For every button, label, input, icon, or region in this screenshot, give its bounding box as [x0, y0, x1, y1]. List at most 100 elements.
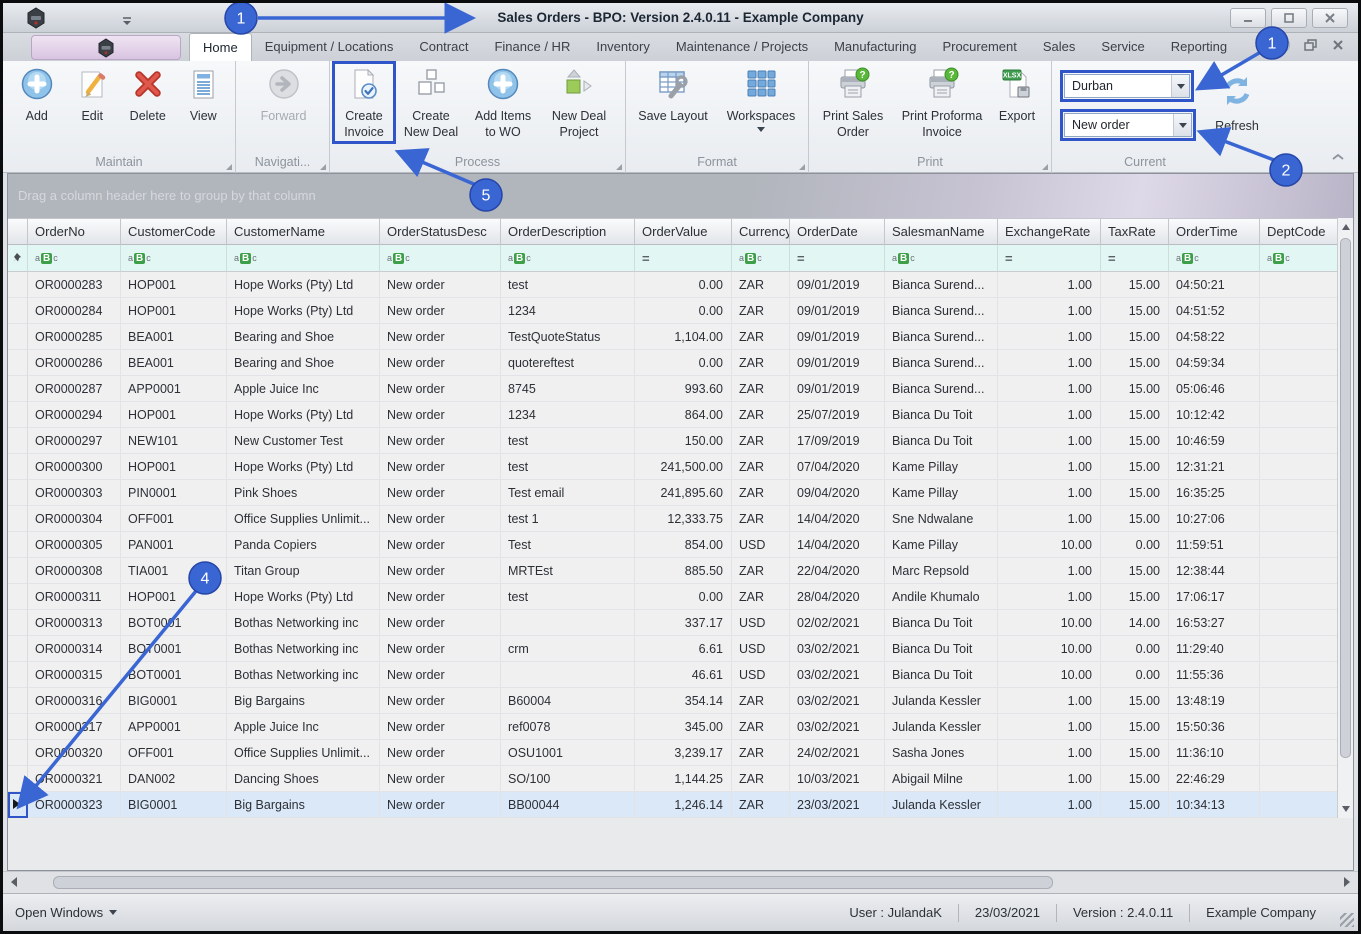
edit-button[interactable]: Edit — [65, 65, 121, 125]
chevron-down-icon[interactable] — [1173, 114, 1191, 136]
filter-cell-CustomerCode[interactable]: aBc — [121, 245, 227, 272]
filter-cell-ExchangeRate[interactable]: = — [998, 245, 1101, 272]
tab-equipment-locations[interactable]: Equipment / Locations — [252, 33, 407, 61]
add-items-to-wo-button[interactable]: Add Items to WO — [468, 65, 538, 140]
filter-cell-TaxRate[interactable]: = — [1101, 245, 1169, 272]
table-row[interactable]: OR0000287 APP0001 Apple Juice Inc New order… — [8, 376, 1338, 402]
filter-cell-OrderStatusDesc[interactable]: aBc — [380, 245, 501, 272]
column-header-OrderStatusDesc[interactable]: OrderStatusDesc — [380, 218, 501, 245]
column-header-CustomerCode[interactable]: CustomerCode — [121, 218, 227, 245]
filter-cell-OrderDescription[interactable]: aBc — [501, 245, 635, 272]
table-row[interactable]: OR0000297 NEW101 New Customer Test New orde… — [8, 428, 1338, 454]
dialog-launcher-icon[interactable] — [616, 164, 622, 170]
refresh-button[interactable]: Refresh — [1204, 69, 1270, 135]
table-row[interactable]: OR0000308 TIA001 Titan Group New order MRTEs… — [8, 558, 1338, 584]
column-header-OrderNo[interactable]: OrderNo — [28, 218, 121, 245]
application-menu-button[interactable] — [31, 35, 181, 60]
add-button[interactable]: Add — [9, 65, 65, 125]
dialog-launcher-icon[interactable] — [226, 164, 232, 170]
site-dropdown[interactable]: Durban — [1060, 70, 1194, 102]
table-row[interactable]: OR0000286 BEA001 Bearing and Shoe New order… — [8, 350, 1338, 376]
column-header-OrderDescription[interactable]: OrderDescription — [501, 218, 635, 245]
chevron-down-icon[interactable] — [1171, 75, 1189, 97]
filter-cell-Currency[interactable]: aBc — [732, 245, 790, 272]
tab-finance-hr[interactable]: Finance / HR — [481, 33, 583, 61]
tab-contract[interactable]: Contract — [406, 33, 481, 61]
print-proforma-invoice-button[interactable]: ? Print Proforma Invoice — [893, 65, 991, 140]
tab-service[interactable]: Service — [1088, 33, 1157, 61]
delete-button[interactable]: Delete — [120, 65, 176, 125]
tab-inventory[interactable]: Inventory — [583, 33, 662, 61]
dialog-launcher-icon[interactable] — [1042, 164, 1048, 170]
column-header-Currency[interactable]: Currency — [732, 218, 790, 245]
table-row[interactable]: OR0000315 BOT0001 Bothas Networking inc New… — [8, 662, 1338, 688]
table-row[interactable]: OR0000285 BEA001 Bearing and Shoe New order… — [8, 324, 1338, 350]
minimize-button[interactable] — [1230, 8, 1266, 28]
view-button[interactable]: View — [176, 65, 232, 125]
close-button[interactable] — [1312, 8, 1348, 28]
table-row[interactable]: OR0000284 HOP001 Hope Works (Pty) Ltd New o… — [8, 298, 1338, 324]
column-header-CustomerName[interactable]: CustomerName — [227, 218, 380, 245]
table-row[interactable]: OR0000313 BOT0001 Bothas Networking inc New… — [8, 610, 1338, 636]
close-document-icon[interactable] — [1332, 38, 1344, 56]
horizontal-scrollbar[interactable] — [3, 871, 1358, 893]
table-row[interactable]: OR0000311 HOP001 Hope Works (Pty) Ltd New o… — [8, 584, 1338, 610]
tab-maintenance-projects[interactable]: Maintenance / Projects — [663, 33, 821, 61]
filter-cell-OrderNo[interactable]: aBc — [28, 245, 121, 272]
table-row[interactable]: OR0000320 OFF001 Office Supplies Unlimit..… — [8, 740, 1338, 766]
tab-reporting[interactable]: Reporting — [1158, 33, 1229, 61]
column-header-OrderValue[interactable]: OrderValue — [635, 218, 732, 245]
create-new-deal-button[interactable]: Create New Deal — [400, 65, 462, 140]
column-header-OrderTime[interactable]: OrderTime — [1169, 218, 1260, 245]
filter-cell-SalesmanName[interactable]: aBc — [885, 245, 998, 272]
vertical-scrollbar[interactable] — [1337, 218, 1353, 818]
tab-scroll-right-icon[interactable] — [1274, 36, 1290, 58]
export-button[interactable]: XLSX Export — [991, 65, 1043, 140]
dialog-launcher-icon[interactable] — [1292, 164, 1298, 170]
filter-cell-OrderDate[interactable]: = — [790, 245, 885, 272]
filter-cell-CustomerName[interactable]: aBc — [227, 245, 380, 272]
restore-window-icon[interactable] — [1304, 38, 1318, 56]
new-deal-project-button[interactable]: New Deal Project — [542, 65, 616, 140]
table-row[interactable]: OR0000321 DAN002 Dancing Shoes New order SO/… — [8, 766, 1338, 792]
collapse-ribbon-icon[interactable] — [1330, 149, 1346, 167]
column-header-OrderDate[interactable]: OrderDate — [790, 218, 885, 245]
dialog-launcher-icon[interactable] — [320, 164, 326, 170]
group-by-panel[interactable]: Drag a column header here to group by th… — [8, 174, 1353, 218]
table-row[interactable]: OR0000305 PAN001 Panda Copiers New order Tes… — [8, 532, 1338, 558]
scroll-up-icon[interactable] — [1342, 224, 1350, 230]
print-sales-order-button[interactable]: ? Print Sales Order — [817, 65, 889, 140]
table-row[interactable]: OR0000300 HOP001 Hope Works (Pty) Ltd New o… — [8, 454, 1338, 480]
table-row[interactable]: OR0000314 BOT0001 Bothas Networking inc New… — [8, 636, 1338, 662]
dialog-launcher-icon[interactable] — [799, 164, 805, 170]
column-header-SalesmanName[interactable]: SalesmanName — [885, 218, 998, 245]
scroll-left-icon[interactable] — [11, 877, 17, 887]
scroll-down-icon[interactable] — [1342, 806, 1350, 812]
tab-procurement[interactable]: Procurement — [929, 33, 1029, 61]
table-row[interactable]: OR0000323 BIG0001 Big Bargains New order BB0… — [8, 792, 1338, 818]
filter-cell-DeptCode[interactable]: aBc — [1260, 245, 1338, 272]
open-windows-button[interactable]: Open Windows — [3, 905, 118, 920]
table-row[interactable]: OR0000283 HOP001 Hope Works (Pty) Ltd New o… — [8, 272, 1338, 298]
table-row[interactable]: OR0000304 OFF001 Office Supplies Unlimit..… — [8, 506, 1338, 532]
tab-manufacturing[interactable]: Manufacturing — [821, 33, 929, 61]
tab-sales[interactable]: Sales — [1030, 33, 1089, 61]
create-invoice-button[interactable]: Create Invoice — [332, 60, 396, 145]
table-row[interactable]: OR0000317 APP0001 Apple Juice Inc New order… — [8, 714, 1338, 740]
horizontal-scrollbar-thumb[interactable] — [53, 876, 1053, 889]
scroll-right-icon[interactable] — [1344, 877, 1350, 887]
save-layout-button[interactable]: Save Layout — [634, 65, 712, 132]
filter-cell-OrderValue[interactable]: = — [635, 245, 732, 272]
vertical-scrollbar-thumb[interactable] — [1340, 238, 1351, 758]
maximize-button[interactable] — [1271, 8, 1307, 28]
tab-home[interactable]: Home — [189, 33, 252, 61]
table-row[interactable]: OR0000303 PIN0001 Pink Shoes New order Test … — [8, 480, 1338, 506]
table-row[interactable]: OR0000316 BIG0001 Big Bargains New order B60… — [8, 688, 1338, 714]
order-status-dropdown[interactable]: New order — [1060, 109, 1196, 141]
workspaces-button[interactable]: Workspaces — [718, 65, 804, 132]
column-header-ExchangeRate[interactable]: ExchangeRate — [998, 218, 1101, 245]
column-header-TaxRate[interactable]: TaxRate — [1101, 218, 1169, 245]
filter-cell-OrderTime[interactable]: aBc — [1169, 245, 1260, 272]
resize-grip[interactable] — [1340, 913, 1354, 927]
column-header-DeptCode[interactable]: DeptCode — [1260, 218, 1338, 245]
